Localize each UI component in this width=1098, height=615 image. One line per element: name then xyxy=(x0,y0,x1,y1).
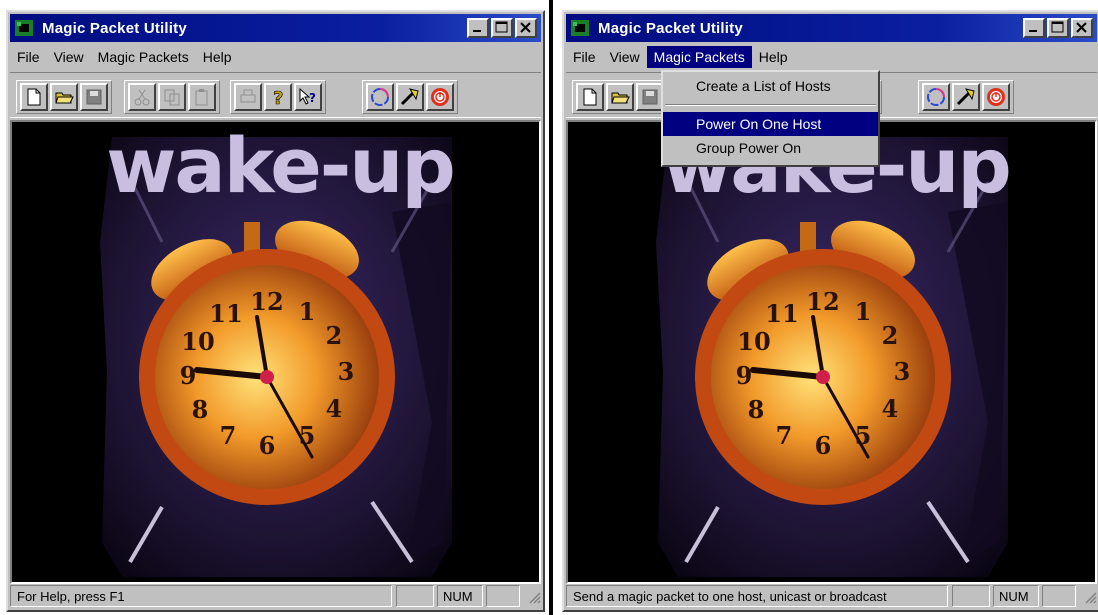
new-file-icon[interactable] xyxy=(576,83,604,111)
svg-text:?: ? xyxy=(309,91,316,105)
status-bar: For Help, press F1 NUM xyxy=(10,584,541,608)
numeral-1: 1 xyxy=(855,297,872,326)
close-button[interactable] xyxy=(1071,18,1093,38)
open-folder-icon[interactable] xyxy=(50,83,78,111)
maximize-button[interactable] xyxy=(491,18,513,38)
minimize-button[interactable] xyxy=(1023,18,1045,38)
menu-help[interactable]: Help xyxy=(752,46,795,68)
numeral-2: 2 xyxy=(326,321,343,350)
new-file-icon[interactable] xyxy=(20,83,48,111)
resize-grip-icon[interactable] xyxy=(525,588,541,604)
title-bar[interactable]: Magic Packet Utility xyxy=(566,14,1097,42)
toolbar: ? ? xyxy=(10,72,541,118)
numeral-10: 10 xyxy=(181,327,214,356)
cut-icon[interactable] xyxy=(128,83,156,111)
menu-bar: File View Magic Packets Help xyxy=(10,44,541,70)
print-icon[interactable] xyxy=(234,83,262,111)
status-message: Send a magic packet to one host, unicast… xyxy=(566,585,948,607)
magic-packet-window-right: Magic Packet Utility File View Magic Pac… xyxy=(562,10,1098,612)
numeral-1: 1 xyxy=(299,297,316,326)
numeral-9: 9 xyxy=(736,361,753,390)
run-icon[interactable] xyxy=(952,83,980,111)
app-icon xyxy=(570,18,592,38)
window-title: Magic Packet Utility xyxy=(42,19,187,37)
window-title: Magic Packet Utility xyxy=(598,19,743,37)
status-panel-blank-2 xyxy=(1042,585,1076,607)
numeral-12: 12 xyxy=(250,287,283,316)
image-view: wake-up 12 1 2 3 4 5 6 7 8 9 10 11 xyxy=(566,120,1097,584)
status-bar: Send a magic packet to one host, unicast… xyxy=(566,584,1097,608)
status-panel-blank xyxy=(952,585,990,607)
numeral-12: 12 xyxy=(806,287,839,316)
title-bar[interactable]: Magic Packet Utility xyxy=(10,14,541,42)
numeral-3: 3 xyxy=(338,357,355,386)
numeral-8: 8 xyxy=(748,395,765,424)
power-icon[interactable] xyxy=(426,83,454,111)
wake-up-caption: wake-up xyxy=(106,122,454,210)
wake-up-clock-illustration: wake-up 12 1 2 3 4 5 6 7 8 9 10 11 xyxy=(12,122,539,582)
save-icon[interactable] xyxy=(80,83,108,111)
refresh-icon[interactable] xyxy=(366,83,394,111)
menu-item-create-list-of-hosts[interactable]: Create a List of Hosts xyxy=(663,74,878,98)
save-icon[interactable] xyxy=(636,83,664,111)
power-icon[interactable] xyxy=(982,83,1010,111)
context-help-icon[interactable]: ? xyxy=(294,83,322,111)
status-message: For Help, press F1 xyxy=(10,585,392,607)
resize-grip-icon[interactable] xyxy=(1081,588,1097,604)
status-panel-blank-2 xyxy=(486,585,520,607)
menu-file[interactable]: File xyxy=(566,46,603,68)
numeral-4: 4 xyxy=(882,394,899,423)
maximize-button[interactable] xyxy=(1047,18,1069,38)
numeral-8: 8 xyxy=(192,395,209,424)
numeral-7: 7 xyxy=(220,421,237,450)
image-view: wake-up 12 1 2 3 4 5 6 7 8 9 10 11 xyxy=(10,120,541,584)
menu-view[interactable]: View xyxy=(47,46,91,68)
paste-icon[interactable] xyxy=(188,83,216,111)
numeral-4: 4 xyxy=(326,394,343,423)
numeral-6: 6 xyxy=(259,431,276,460)
minimize-button[interactable] xyxy=(467,18,489,38)
app-icon xyxy=(14,18,36,38)
run-icon[interactable] xyxy=(396,83,424,111)
help-icon[interactable]: ? xyxy=(264,83,292,111)
wake-up-clock-illustration: wake-up 12 1 2 3 4 5 6 7 8 9 10 11 xyxy=(568,122,1095,582)
numeral-10: 10 xyxy=(737,327,770,356)
numeral-3: 3 xyxy=(894,357,911,386)
panel-divider xyxy=(549,0,553,615)
menu-help[interactable]: Help xyxy=(196,46,239,68)
num-lock-indicator: NUM xyxy=(437,585,483,607)
magic-packet-window-left: Magic Packet Utility File View Magic Pac… xyxy=(6,10,545,612)
close-button[interactable] xyxy=(515,18,537,38)
numeral-9: 9 xyxy=(180,361,197,390)
menu-bar: File View Magic Packets Help xyxy=(566,44,1097,70)
menu-magic-packets[interactable]: Magic Packets xyxy=(646,46,752,68)
status-panel-blank xyxy=(396,585,434,607)
refresh-icon[interactable] xyxy=(922,83,950,111)
copy-icon[interactable] xyxy=(158,83,186,111)
numeral-2: 2 xyxy=(882,321,899,350)
open-folder-icon[interactable] xyxy=(606,83,634,111)
menu-separator xyxy=(665,104,876,106)
menu-magic-packets[interactable]: Magic Packets xyxy=(91,46,196,68)
menu-file[interactable]: File xyxy=(10,46,47,68)
num-lock-indicator: NUM xyxy=(993,585,1039,607)
svg-text:?: ? xyxy=(273,88,283,107)
menu-item-group-power-on[interactable]: Group Power On xyxy=(663,136,878,160)
numeral-7: 7 xyxy=(776,421,793,450)
numeral-11: 11 xyxy=(209,299,242,328)
magic-packets-dropdown: Create a List of Hosts Power On One Host… xyxy=(661,70,880,167)
numeral-11: 11 xyxy=(765,299,798,328)
menu-view[interactable]: View xyxy=(603,46,647,68)
menu-item-power-on-one-host[interactable]: Power On One Host xyxy=(663,112,878,136)
numeral-6: 6 xyxy=(815,431,832,460)
